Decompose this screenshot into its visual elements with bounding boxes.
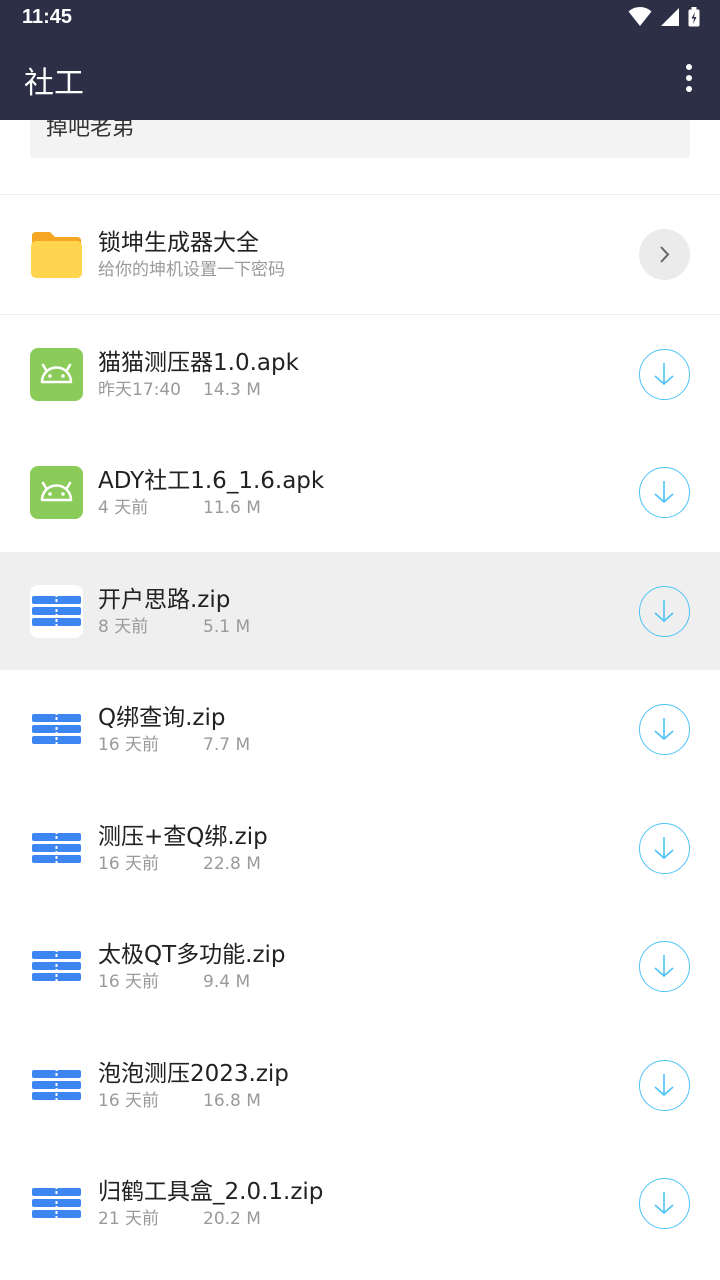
download-icon xyxy=(654,1192,674,1215)
zip-archive-icon xyxy=(30,822,83,875)
item-subtitle: 给你的坤机设置一下密码 xyxy=(98,260,285,280)
item-age: 16 天前 xyxy=(98,735,160,755)
folder-note-text: 掉吧老弟 xyxy=(46,120,135,141)
item-meta: 16 天前 16.8 M xyxy=(98,1086,261,1111)
chevron-right-icon xyxy=(660,246,670,263)
item-age: 8 天前 xyxy=(98,617,149,637)
page-title: 社工 xyxy=(24,66,84,101)
list-item-file[interactable]: 猫猫测压器1.0.apk 昨天17:40 14.3 M xyxy=(0,315,720,433)
item-meta: 昨天17:40 14.3 M xyxy=(98,375,261,400)
item-meta: 16 天前 9.4 M xyxy=(98,967,250,992)
download-button[interactable] xyxy=(639,823,690,874)
download-button[interactable] xyxy=(639,941,690,992)
item-size: 20.2 M xyxy=(203,1209,261,1229)
android-apk-icon xyxy=(30,466,83,519)
item-name: 开户思路.zip xyxy=(98,587,231,613)
download-button[interactable] xyxy=(639,467,690,518)
zip-archive-icon xyxy=(30,940,83,993)
item-name: 猫猫测压器1.0.apk xyxy=(98,350,299,376)
wifi-icon xyxy=(628,7,652,26)
item-meta: 8 天前 5.1 M xyxy=(98,612,250,637)
folder-icon xyxy=(30,228,83,281)
item-age: 21 天前 xyxy=(98,1209,160,1229)
folder-note: 掉吧老弟 xyxy=(30,120,690,158)
download-button[interactable] xyxy=(639,704,690,755)
item-size: 5.1 M xyxy=(203,617,251,637)
item-size: 22.8 M xyxy=(203,854,261,874)
item-size: 14.3 M xyxy=(203,380,261,400)
download-icon xyxy=(654,363,674,386)
zip-archive-icon xyxy=(30,1177,83,1230)
list-item-file[interactable]: Q绑查询.zip 16 天前 7.7 M xyxy=(0,670,720,788)
signal-icon xyxy=(661,8,679,26)
item-meta: 16 天前 7.7 M xyxy=(98,730,250,755)
item-name: Q绑查询.zip xyxy=(98,705,226,731)
download-icon xyxy=(654,718,674,741)
download-button[interactable] xyxy=(639,586,690,637)
item-age: 16 天前 xyxy=(98,854,160,874)
overflow-menu-icon[interactable] xyxy=(674,58,704,98)
status-time: 11:45 xyxy=(22,6,73,28)
item-name: 太极QT多功能.zip xyxy=(98,942,286,968)
item-size: 16.8 M xyxy=(203,1091,261,1111)
item-meta: 16 天前 22.8 M xyxy=(98,849,261,874)
item-meta: 4 天前 11.6 M xyxy=(98,493,261,518)
download-icon xyxy=(654,481,674,504)
item-age: 16 天前 xyxy=(98,972,160,992)
download-icon xyxy=(654,837,674,860)
download-icon xyxy=(654,955,674,978)
item-size: 7.7 M xyxy=(203,735,251,755)
file-list: 掉吧老弟 锁坤生成器大全 给你的坤机设置一下密码 猫猫测压器1.0.apk 昨天… xyxy=(0,120,720,1280)
android-apk-icon xyxy=(30,348,83,401)
item-name: 归鹤工具盒_2.0.1.zip xyxy=(98,1179,324,1205)
item-name: 锁坤生成器大全 xyxy=(98,230,259,256)
open-folder-button[interactable] xyxy=(639,229,690,280)
item-age: 昨天17:40 xyxy=(98,380,181,400)
item-name: 测压+查Q绑.zip xyxy=(98,824,268,850)
download-icon xyxy=(654,600,674,623)
zip-archive-icon xyxy=(30,1059,83,1112)
app-bar: 社工 xyxy=(0,36,720,120)
item-name: 泡泡测压2023.zip xyxy=(98,1061,289,1087)
download-button[interactable] xyxy=(639,1178,690,1229)
list-item-file[interactable]: 归鹤工具盒_2.0.1.zip 21 天前 20.2 M xyxy=(0,1144,720,1262)
item-size: 9.4 M xyxy=(203,972,251,992)
zip-archive-icon xyxy=(30,585,83,638)
item-size: 11.6 M xyxy=(203,498,261,518)
list-item-folder[interactable]: 锁坤生成器大全 给你的坤机设置一下密码 xyxy=(0,195,720,313)
zip-archive-icon xyxy=(30,703,83,756)
item-age: 16 天前 xyxy=(98,1091,160,1111)
list-item-file[interactable]: ADY社工1.6_1.6.apk 4 天前 11.6 M xyxy=(0,433,720,551)
download-button[interactable] xyxy=(639,1060,690,1111)
item-meta: 21 天前 20.2 M xyxy=(98,1204,261,1229)
item-name: ADY社工1.6_1.6.apk xyxy=(98,468,325,494)
list-item-file[interactable]: 开户思路.zip 8 天前 5.1 M xyxy=(0,552,720,670)
item-age: 4 天前 xyxy=(98,498,149,518)
list-item-file[interactable]: 测压+查Q绑.zip 16 天前 22.8 M xyxy=(0,789,720,907)
download-button[interactable] xyxy=(639,349,690,400)
list-item-file[interactable]: 泡泡测压2023.zip 16 天前 16.8 M xyxy=(0,1026,720,1144)
download-icon xyxy=(654,1074,674,1097)
status-icons xyxy=(628,7,700,27)
battery-icon xyxy=(688,7,700,27)
list-item-file[interactable]: 太极QT多功能.zip 16 天前 9.4 M xyxy=(0,907,720,1025)
status-bar: 11:45 xyxy=(0,0,720,36)
